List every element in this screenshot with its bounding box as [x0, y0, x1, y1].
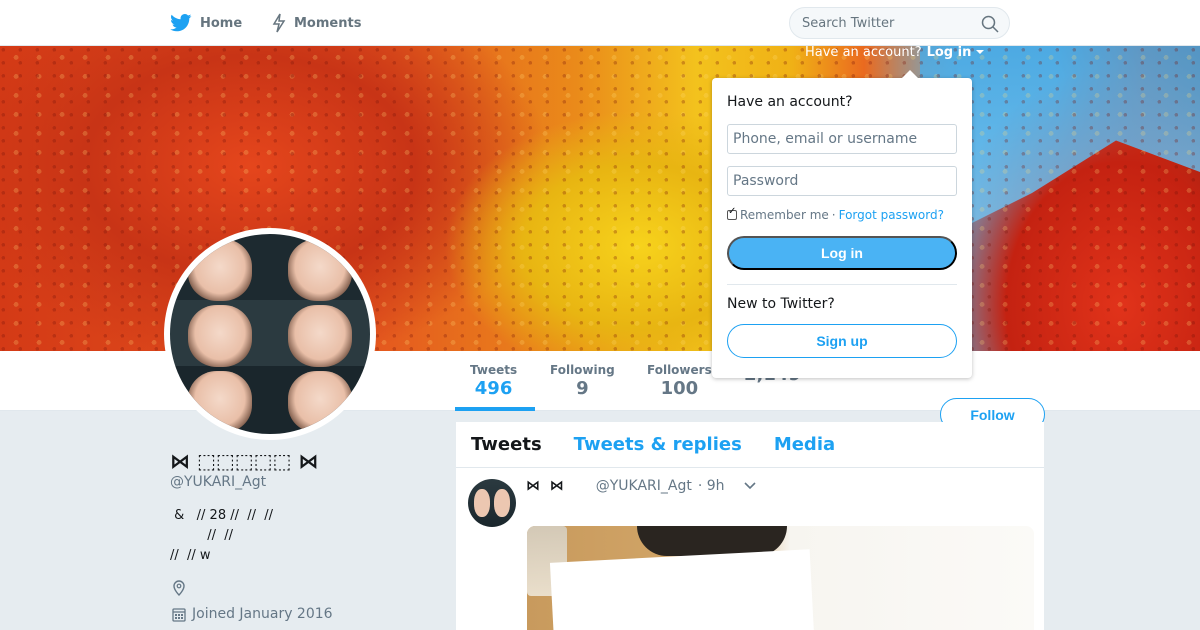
divider: [727, 284, 957, 285]
profile-avatar[interactable]: [164, 228, 376, 440]
photo-paper-card: [549, 549, 815, 630]
caret-down-icon: [976, 50, 985, 54]
location-pin-icon: [173, 580, 185, 596]
remember-me-checkbox[interactable]: [727, 206, 737, 220]
have-account-prompt: Have an account?: [805, 45, 922, 60]
joined-row: Joined January 2016: [172, 606, 333, 622]
stat-label: Tweets: [470, 363, 518, 377]
avatar-photo-collage: [170, 234, 370, 434]
tweet-header: ⋈ ⋈ @YUKARI_Agt · 9h: [526, 478, 757, 494]
active-stat-underline: [455, 407, 535, 411]
nav-home-label: Home: [200, 15, 243, 31]
search-icon[interactable]: [981, 15, 999, 33]
bio-line: & // 28 // // //: [170, 508, 274, 523]
avatar-face: [170, 366, 270, 434]
login-toggle-label[interactable]: Log in: [927, 45, 972, 60]
search-input[interactable]: Search Twitter: [789, 7, 1010, 39]
twitter-bird-icon: [170, 14, 192, 32]
avatar-face: [270, 300, 370, 368]
login-dropdown-title: Have an account?: [727, 94, 853, 110]
calendar-icon: [172, 607, 186, 622]
nav-moments[interactable]: Moments: [272, 0, 361, 46]
stat-label: Followers: [647, 363, 712, 377]
profile-display-name[interactable]: ⋈ ⬚⬚⬚⬚⬚ ⋈: [170, 449, 318, 473]
tweet-media-photo[interactable]: [527, 526, 1034, 630]
login-button[interactable]: Log in: [727, 236, 957, 270]
nav-home[interactable]: Home: [170, 0, 242, 46]
tweet-author-name[interactable]: ⋈ ⋈: [526, 478, 564, 494]
separator-dot: ·: [831, 208, 836, 222]
location-row: [172, 580, 186, 600]
avatar-face: [170, 234, 270, 302]
remember-me-label[interactable]: Remember me: [740, 208, 829, 222]
forgot-password-link[interactable]: Forgot password?: [839, 208, 944, 222]
username-field[interactable]: Phone, email or username: [727, 124, 957, 154]
password-field[interactable]: Password: [727, 166, 957, 196]
stat-label: Following: [550, 363, 615, 377]
nav-moments-label: Moments: [294, 15, 362, 31]
password-placeholder: Password: [733, 173, 799, 189]
chevron-down-icon[interactable]: [743, 481, 757, 491]
stat-tweets[interactable]: Tweets 496: [470, 363, 517, 399]
profile-bio: & // 28 // // // // // // // w: [170, 506, 273, 566]
timeline: Tweets Tweets & replies Media ⋈ ⋈ @YUKAR…: [456, 422, 1044, 630]
search-placeholder: Search Twitter: [802, 15, 895, 31]
tweet-author-handle[interactable]: @YUKARI_Agt: [596, 478, 692, 494]
bio-line: // //: [170, 528, 233, 543]
tab-media[interactable]: Media: [774, 434, 835, 455]
bio-line: // // w: [170, 548, 211, 563]
lightning-icon: [272, 13, 286, 33]
timeline-tabs: Tweets Tweets & replies Media: [456, 422, 1044, 468]
avatar-face: [270, 366, 370, 434]
tweet-avatar[interactable]: [468, 479, 516, 527]
stat-value: 496: [474, 378, 513, 399]
stat-value: 9: [576, 378, 589, 399]
joined-date: Joined January 2016: [192, 606, 333, 622]
stat-followers[interactable]: Followers 100: [647, 363, 712, 399]
stat-value: 100: [660, 378, 699, 399]
avatar-face: [270, 234, 370, 302]
profile-handle[interactable]: @YUKARI_Agt: [170, 474, 266, 490]
signup-button[interactable]: Sign up: [727, 324, 957, 358]
tweet-timestamp[interactable]: · 9h: [698, 478, 725, 494]
avatar-face: [170, 300, 270, 368]
login-toggle[interactable]: Have an account? Log in: [805, 45, 985, 60]
stat-following[interactable]: Following 9: [550, 363, 615, 399]
top-nav: Home Moments Search Twitter: [0, 0, 1200, 46]
tab-tweets-replies[interactable]: Tweets & replies: [574, 434, 742, 455]
login-dropdown: Have an account? Phone, email or usernam…: [712, 70, 972, 378]
remember-me-row: Remember me · Forgot password?: [727, 206, 944, 222]
tab-tweets[interactable]: Tweets: [471, 434, 542, 455]
new-to-twitter-prompt: New to Twitter?: [727, 296, 835, 312]
username-placeholder: Phone, email or username: [733, 131, 918, 147]
